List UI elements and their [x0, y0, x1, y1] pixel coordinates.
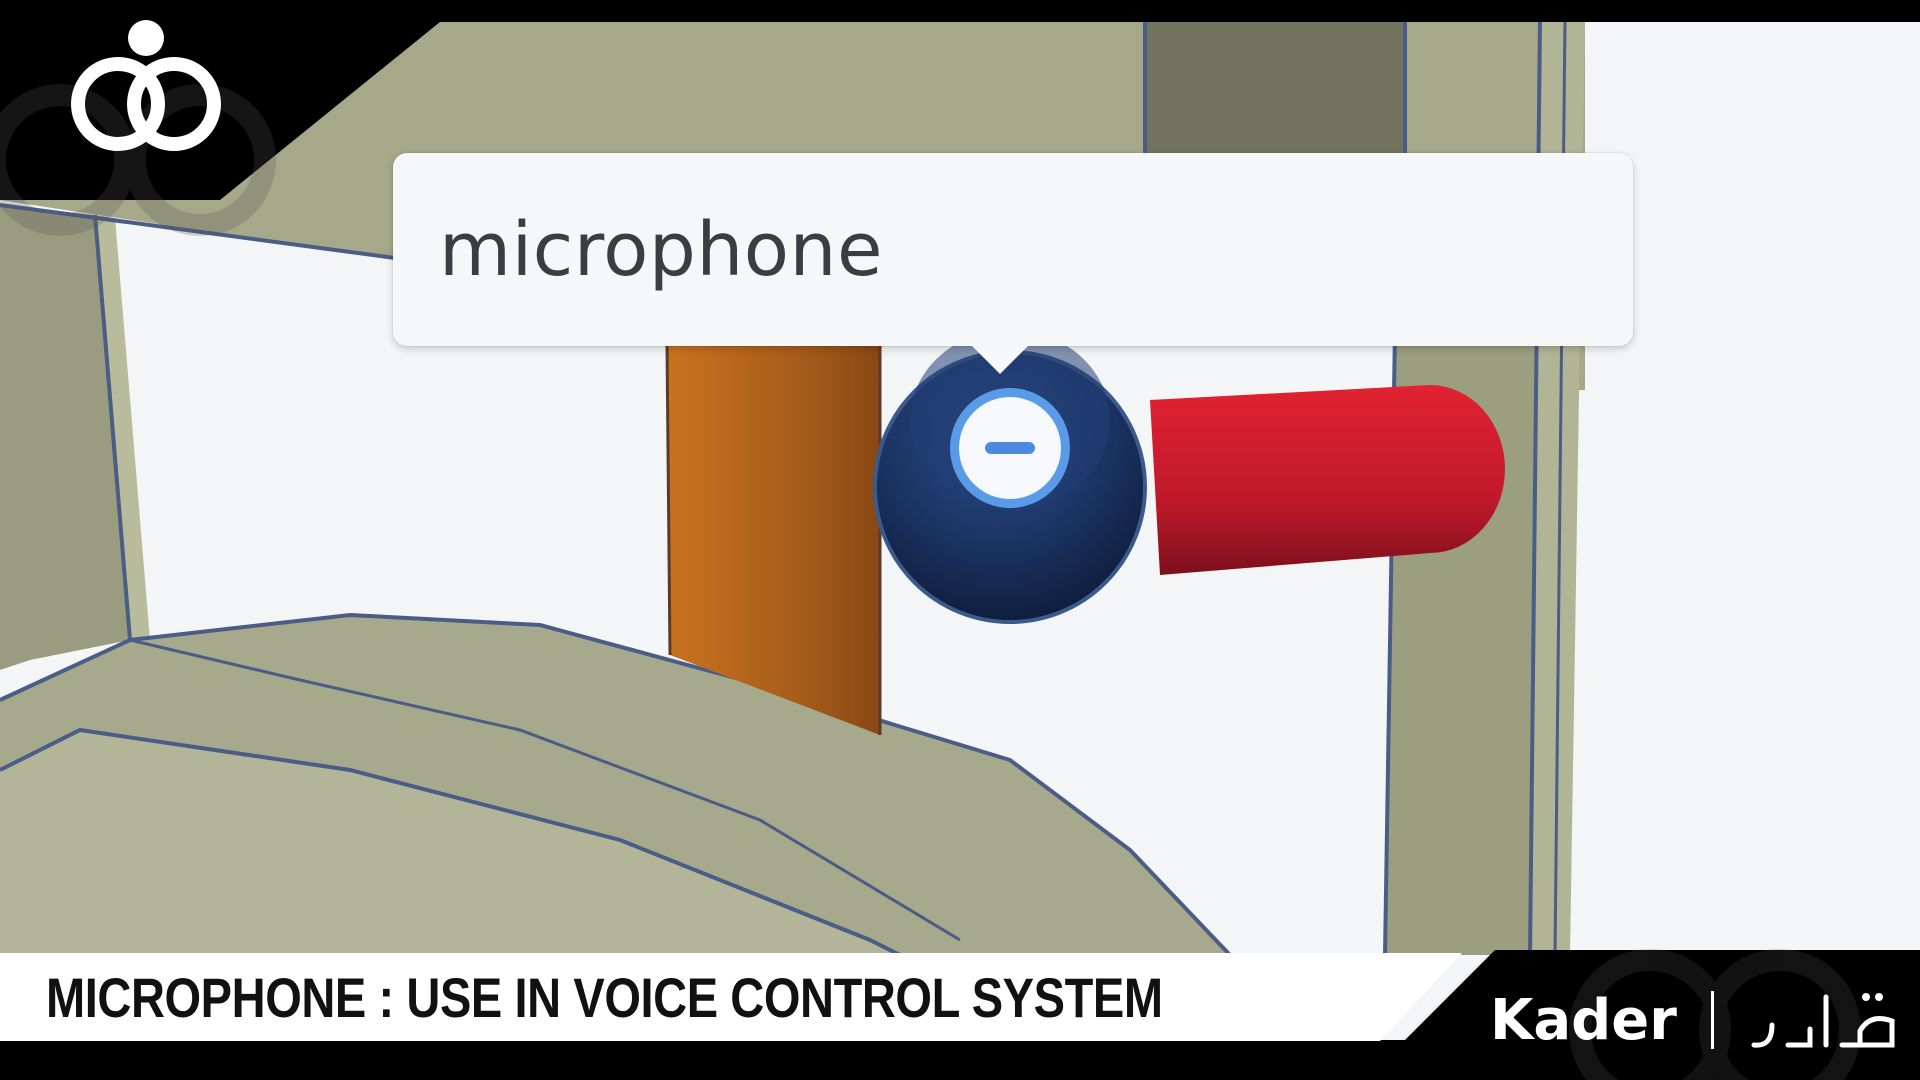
brand-name: Kader — [1490, 987, 1677, 1053]
overlay-frame — [0, 0, 1920, 1080]
caption-title: MICROPHONE : USE IN VOICE CONTROL SYSTEM — [46, 966, 1163, 1029]
brand-divider — [1710, 991, 1714, 1049]
rings-logo-icon — [71, 20, 221, 151]
arabic-logo-icon — [1751, 993, 1895, 1048]
brand: Kader — [1490, 975, 1898, 1065]
